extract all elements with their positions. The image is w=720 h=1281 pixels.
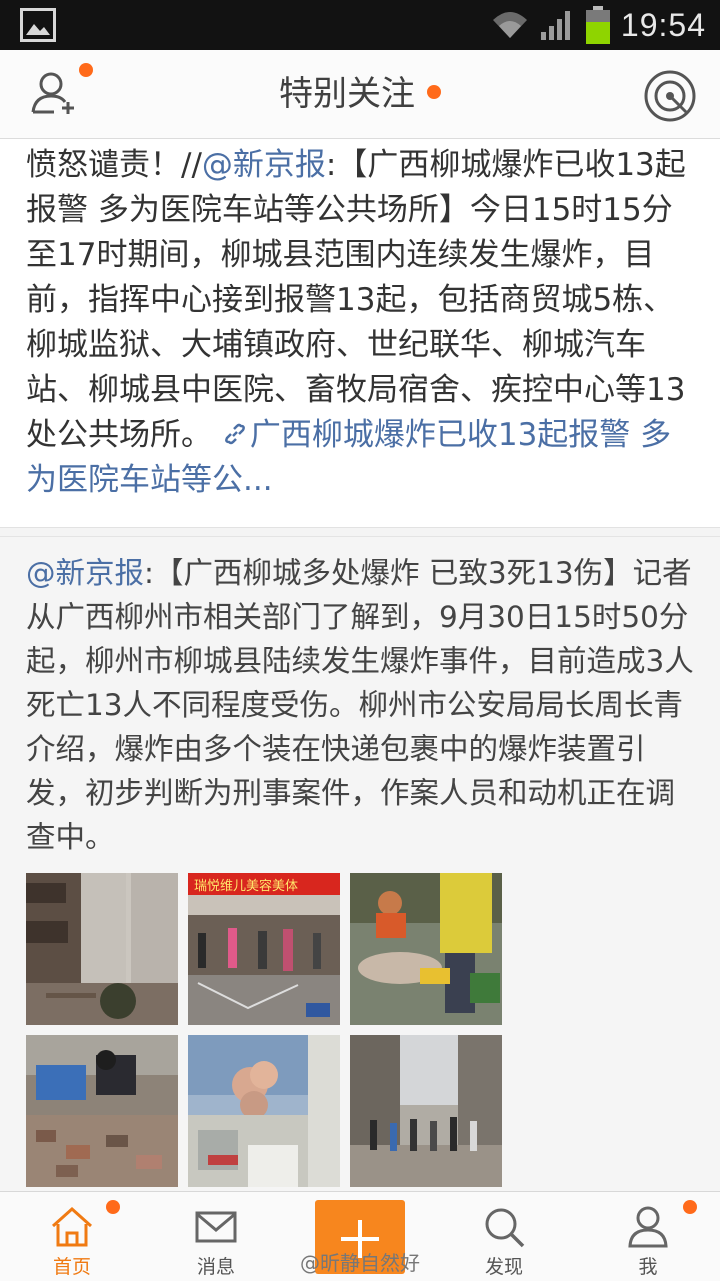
original-mention[interactable]: @新京报 xyxy=(26,556,144,590)
photo-thumbnail[interactable] xyxy=(26,873,178,1025)
message-icon xyxy=(195,1211,237,1243)
photo-thumbnail[interactable] xyxy=(350,1035,502,1187)
photo-thumbnail[interactable] xyxy=(26,1035,178,1187)
tab-discover[interactable]: 发现 xyxy=(432,1192,576,1281)
tab-discover-label: 发现 xyxy=(484,1256,523,1278)
discover-icon xyxy=(485,1208,525,1248)
repost-card[interactable]: 愤怒谴责！//@新京报:【广西柳城爆炸已收13起报警 多为医院车站等公共场所】今… xyxy=(0,139,720,528)
home-icon xyxy=(51,1206,93,1247)
tab-home[interactable]: 首页 xyxy=(0,1192,144,1281)
original-post-card[interactable]: @新京报:【广西柳城多处爆炸 已致3死13伤】记者从广西柳州市相关部门了解到，9… xyxy=(0,536,720,1191)
storefront-photo: 瑞悦维儿美容美体 xyxy=(188,873,340,1025)
tab-messages[interactable]: 消息 xyxy=(144,1192,288,1281)
photo-thumbnail[interactable] xyxy=(188,1035,340,1187)
title-dot xyxy=(427,84,441,99)
top-header: 特别关注 xyxy=(0,50,720,139)
signal-icon xyxy=(540,11,570,40)
crowd-street-photo xyxy=(350,1035,502,1187)
profile-icon xyxy=(628,1206,668,1248)
photo-thumbnail[interactable] xyxy=(350,873,502,1025)
injured-person-photo xyxy=(350,873,502,1025)
repost-body: :【广西柳城爆炸已收13起报警 多为医院车站等公共场所】今日15时15分至17时… xyxy=(26,147,686,453)
photo-grid: 瑞悦维儿美容美体 xyxy=(26,873,502,1187)
clock: 19:54 xyxy=(620,6,706,43)
mention-link[interactable]: @新京报 xyxy=(202,147,326,183)
tab-profile-label: 我 xyxy=(638,1256,658,1278)
wifi-icon xyxy=(492,12,527,38)
photo-thumbnail[interactable]: 瑞悦维儿美容美体 xyxy=(188,873,340,1025)
smoke-plume-photo xyxy=(188,1035,340,1187)
battery-icon xyxy=(585,6,610,44)
feed: 愤怒谴责！//@新京报:【广西柳城爆炸已收13起报警 多为医院车站等公共场所】今… xyxy=(0,139,720,1191)
profile-notification-dot xyxy=(683,1200,697,1214)
home-notification-dot xyxy=(106,1200,120,1214)
watermark: @昕静自然好 xyxy=(300,1251,420,1275)
tab-home-label: 首页 xyxy=(52,1256,91,1278)
rubble-rescue-photo xyxy=(26,1035,178,1187)
repost-text: 愤怒谴责！//@新京报:【广西柳城爆炸已收13起报警 多为医院车站等公共场所】今… xyxy=(26,143,696,503)
gallery-icon xyxy=(20,8,56,42)
page-title[interactable]: 特别关注 xyxy=(0,50,720,138)
original-body: :【广西柳城多处爆炸 已致3死13伤】记者从广西柳州市相关部门了解到，9月30日… xyxy=(26,556,694,854)
status-bar: 19:54 xyxy=(0,0,720,50)
original-post-text: @新京报:【广西柳城多处爆炸 已致3死13伤】记者从广西柳州市相关部门了解到，9… xyxy=(26,551,696,859)
tab-profile[interactable]: 我 xyxy=(576,1192,720,1281)
comment-text: 愤怒谴责！// xyxy=(26,147,202,183)
smoky-street-photo xyxy=(26,873,178,1025)
tab-messages-label: 消息 xyxy=(196,1256,235,1278)
store-sign-text: 瑞悦维儿美容美体 xyxy=(194,878,298,894)
link-icon xyxy=(224,423,245,445)
radar-icon[interactable] xyxy=(642,68,698,124)
